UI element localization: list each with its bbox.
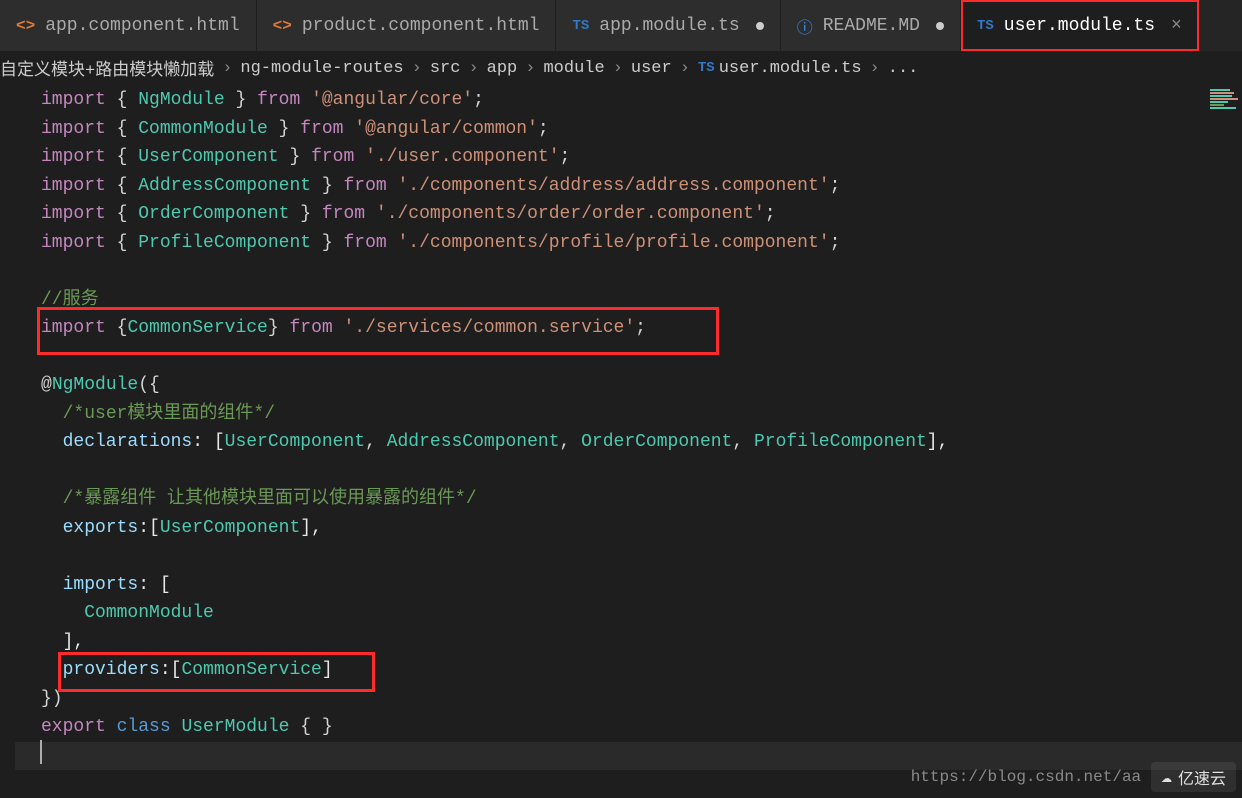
chevron-right-icon: › [680, 59, 690, 78]
chevron-right-icon: › [412, 59, 422, 78]
ts-icon: TS [698, 60, 715, 76]
breadcrumb-item[interactable]: user [631, 59, 672, 78]
chevron-right-icon: › [870, 59, 880, 78]
breadcrumb-item[interactable]: 自定义模块+路由模块懒加载 [0, 55, 214, 81]
breadcrumb-item[interactable]: module [543, 59, 604, 78]
cursor-icon [40, 740, 42, 764]
code-editor[interactable]: 1import { NgModule } from '@angular/core… [0, 82, 1242, 770]
tab-product-component-html[interactable]: <> product.component.html [257, 0, 557, 51]
chevron-right-icon: › [222, 59, 232, 78]
tab-app-module-ts[interactable]: TS app.module.ts [556, 0, 780, 51]
tab-label: app.module.ts [599, 16, 739, 36]
watermark-text: 亿速云 [1178, 765, 1226, 789]
html-icon: <> [273, 17, 292, 35]
chevron-right-icon: › [525, 59, 535, 78]
tab-user-module-ts[interactable]: TS user.module.ts × [961, 0, 1199, 51]
tab-label: user.module.ts [1004, 16, 1155, 36]
tab-label: app.component.html [45, 16, 239, 36]
ts-icon: TS [977, 18, 994, 34]
chevron-right-icon: › [468, 59, 478, 78]
breadcrumb-item[interactable]: user.module.ts [719, 59, 862, 78]
source-url: https://blog.csdn.net/aa [911, 768, 1141, 786]
ts-icon: TS [572, 18, 589, 34]
cloud-icon: ☁ [1161, 766, 1172, 788]
breadcrumb-item[interactable]: src [430, 59, 461, 78]
chevron-right-icon: › [613, 59, 623, 78]
breadcrumb-item[interactable]: app [487, 59, 518, 78]
watermark-badge: ☁ 亿速云 [1151, 762, 1236, 792]
info-icon: ⓘ [797, 14, 813, 38]
dirty-indicator-icon [936, 22, 944, 30]
html-icon: <> [16, 17, 35, 35]
tab-label: README.MD [823, 16, 920, 36]
tab-app-component-html[interactable]: <> app.component.html [0, 0, 257, 51]
minimap[interactable] [1210, 88, 1242, 138]
tab-readme-md[interactable]: ⓘ README.MD [781, 0, 961, 51]
breadcrumb: 自定义模块+路由模块懒加载 › ng-module-routes › src ›… [0, 52, 1242, 82]
tab-label: product.component.html [302, 16, 540, 36]
dirty-indicator-icon [756, 22, 764, 30]
editor-tabs: <> app.component.html <> product.compone… [0, 0, 1242, 52]
breadcrumb-item[interactable]: ... [888, 59, 919, 78]
close-icon[interactable]: × [1171, 16, 1182, 36]
breadcrumb-item[interactable]: ng-module-routes [240, 59, 403, 78]
footer-watermark: https://blog.csdn.net/aa ☁ 亿速云 [911, 762, 1236, 792]
